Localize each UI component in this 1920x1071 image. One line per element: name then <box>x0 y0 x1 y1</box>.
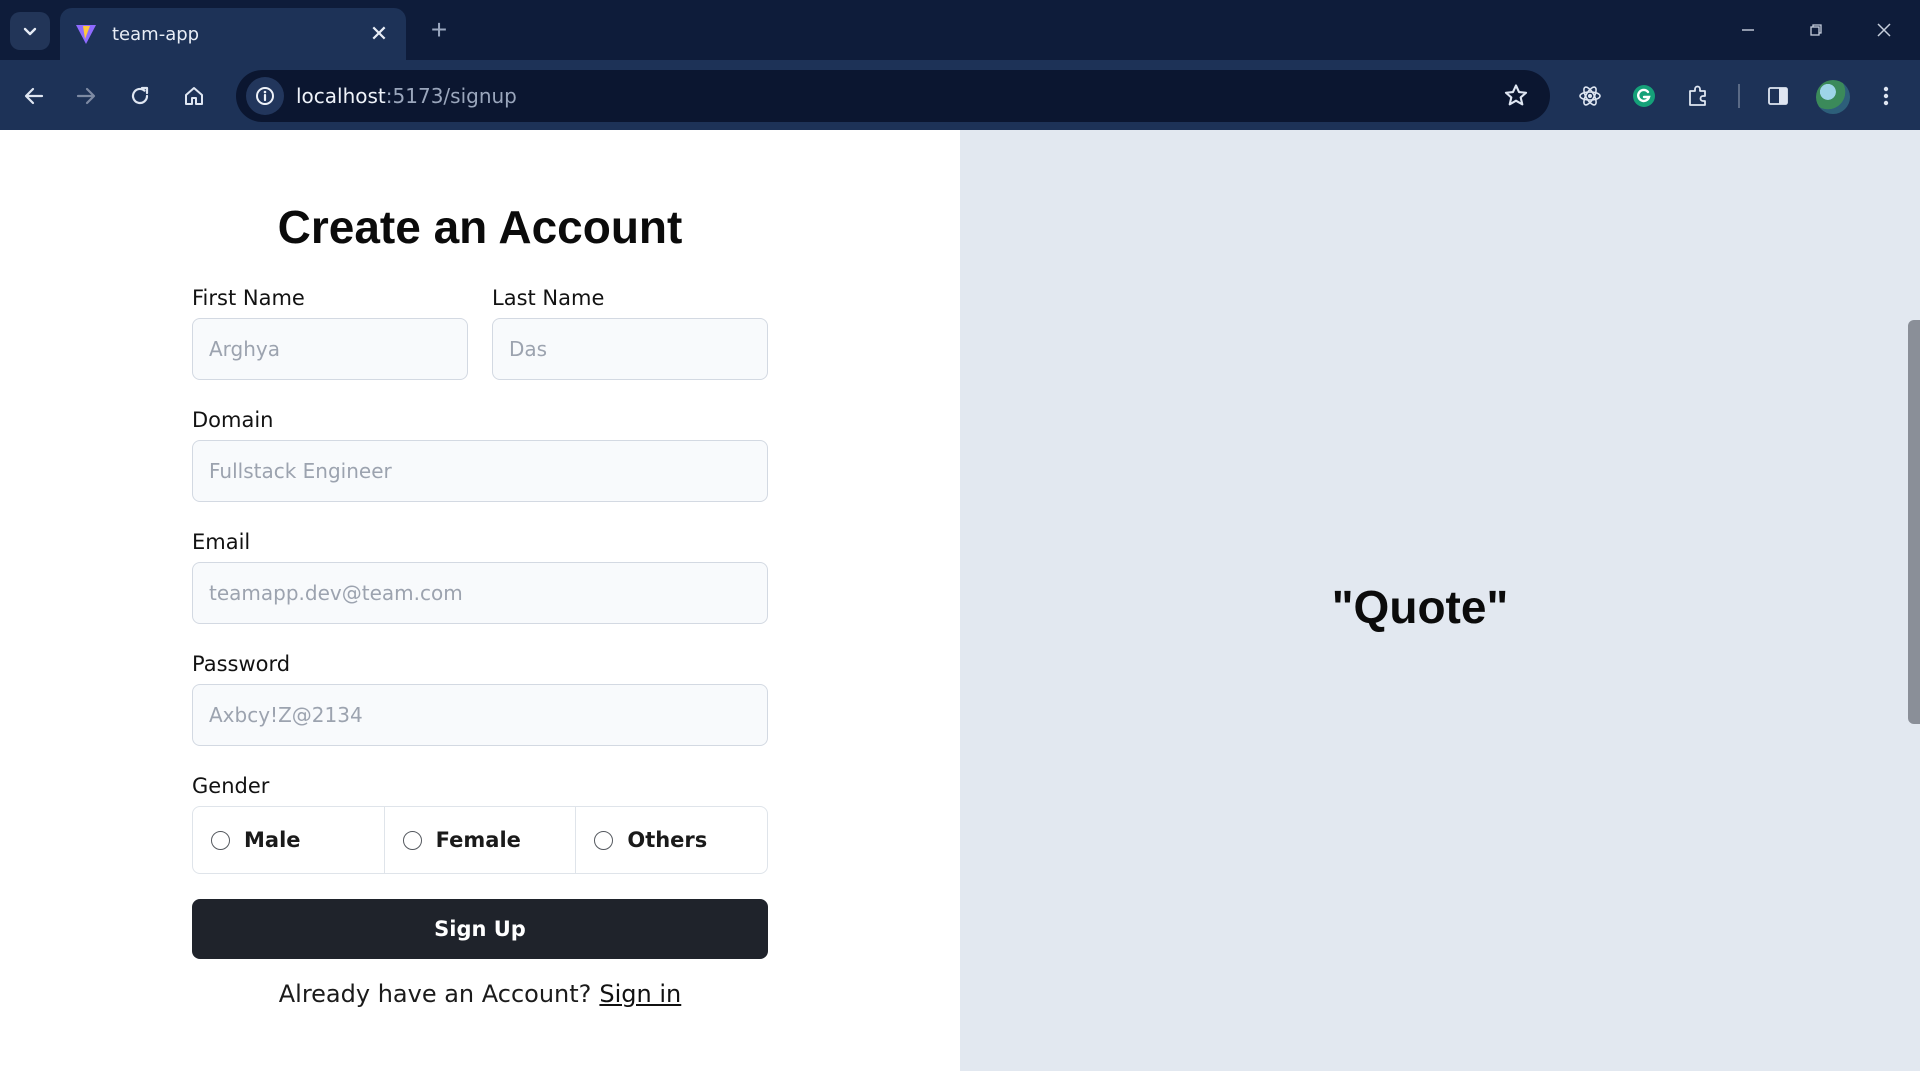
quote-text: "Quote" <box>1331 581 1509 633</box>
password-input[interactable] <box>192 684 768 746</box>
domain-label: Domain <box>192 408 274 432</box>
radio-male[interactable] <box>211 830 230 850</box>
password-label: Password <box>192 652 291 676</box>
extensions-icon[interactable] <box>1678 76 1718 116</box>
tab-search-button[interactable] <box>10 12 50 50</box>
reload-icon[interactable] <box>120 76 160 116</box>
gender-option-label: Male <box>244 828 301 852</box>
page-title: Create an Account <box>277 201 683 253</box>
side-panel-icon[interactable] <box>1758 76 1798 116</box>
more-menu-icon[interactable] <box>1866 76 1906 116</box>
last-name-input[interactable] <box>492 318 768 380</box>
gender-radio-group: Male Female Others <box>192 806 768 874</box>
vite-favicon-icon <box>72 20 100 48</box>
sign-up-button[interactable]: Sign Up <box>192 899 768 959</box>
profile-avatar[interactable] <box>1816 80 1850 114</box>
new-tab-button[interactable]: + <box>422 14 456 46</box>
toolbar-divider <box>1738 84 1740 108</box>
forward-icon[interactable] <box>66 76 106 116</box>
chevron-down-icon <box>23 27 37 36</box>
url-path: :5173/signup <box>385 84 517 108</box>
browser-tab-active[interactable]: team-app ✕ <box>60 8 406 60</box>
gender-option-female[interactable]: Female <box>385 807 577 873</box>
first-name-input[interactable] <box>192 318 468 380</box>
first-name-label: First Name <box>192 286 305 310</box>
radio-others[interactable] <box>594 830 614 850</box>
gender-option-label: Others <box>627 828 708 852</box>
react-devtools-icon[interactable] <box>1570 76 1610 116</box>
grammarly-icon[interactable] <box>1624 76 1664 116</box>
radio-female[interactable] <box>402 830 422 850</box>
last-name-label: Last Name <box>492 286 605 310</box>
page-viewport: Create an Account First Name Last Name D… <box>0 130 1920 1071</box>
address-bar[interactable]: localhost:5173/signup <box>236 70 1550 122</box>
gender-option-others[interactable]: Others <box>576 807 767 873</box>
domain-input[interactable] <box>192 440 768 502</box>
home-icon[interactable] <box>174 76 214 116</box>
email-label: Email <box>192 530 251 554</box>
gender-label: Gender <box>192 774 270 798</box>
url-host: localhost <box>296 84 386 108</box>
scrollbar-thumb[interactable] <box>1908 320 1920 724</box>
quote-panel: "Quote" <box>960 130 1920 1071</box>
signin-prompt: Already have an Account? <box>278 980 592 1008</box>
signin-row: Already have an Account? Sign in <box>192 980 768 1008</box>
bookmark-star-icon[interactable] <box>1502 82 1530 115</box>
site-info-icon[interactable] <box>246 77 284 115</box>
sign-in-link[interactable]: Sign in <box>599 980 681 1008</box>
tab-close-icon[interactable]: ✕ <box>366 21 392 47</box>
signup-form-pane: Create an Account First Name Last Name D… <box>0 130 960 1071</box>
restore-icon[interactable] <box>1796 14 1836 46</box>
gender-option-label: Female <box>435 828 521 852</box>
minimize-icon[interactable] <box>1728 14 1768 46</box>
url-text: localhost:5173/signup <box>296 84 517 108</box>
back-icon[interactable] <box>14 76 54 116</box>
gender-option-male[interactable]: Male <box>193 807 385 873</box>
email-input[interactable] <box>192 562 768 624</box>
browser-tab-strip: team-app ✕ + <box>0 0 1920 60</box>
browser-toolbar: localhost:5173/signup <box>0 60 1920 130</box>
window-close-icon[interactable] <box>1864 14 1904 46</box>
tab-title: team-app <box>112 23 200 45</box>
